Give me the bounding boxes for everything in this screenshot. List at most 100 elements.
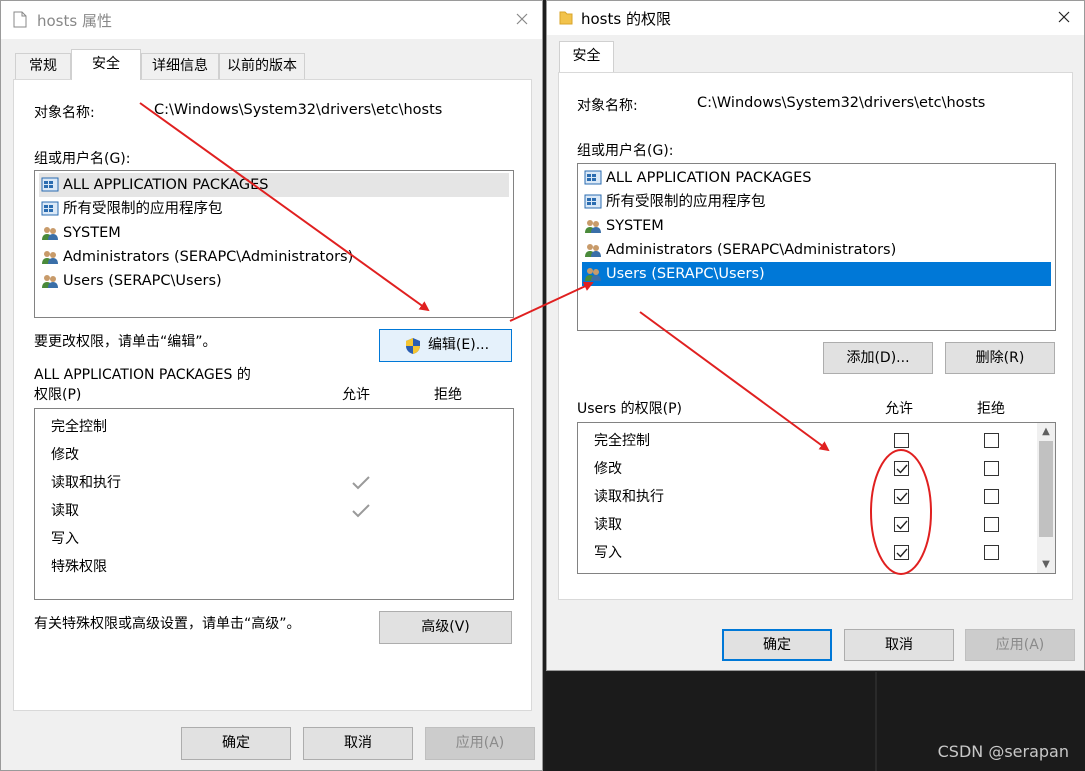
permission-row: 读取 (594, 511, 622, 539)
deny-checkbox[interactable] (984, 489, 999, 504)
permission-row: 完全控制 (594, 427, 650, 455)
permission-name: 写入 (51, 531, 79, 547)
permission-name: 读取和执行 (51, 475, 121, 491)
permission-row: 读取和执行 (51, 469, 121, 497)
check-icon (896, 492, 908, 502)
permission-row: 修改 (594, 455, 622, 483)
title-bar[interactable]: hosts 属性 (1, 1, 542, 39)
ok-button[interactable]: 确定 (722, 629, 832, 661)
users-icon (585, 244, 601, 257)
window-title: hosts 属性 (37, 12, 112, 30)
allow-checkbox[interactable] (894, 433, 909, 448)
list-item-label: Administrators (SERAPC\Administrators) (606, 242, 897, 258)
scroll-thumb[interactable] (1039, 441, 1053, 537)
edit-button[interactable]: 编辑(E)... (379, 329, 512, 362)
cancel-button[interactable]: 取消 (303, 727, 413, 760)
list-item[interactable]: SYSTEM (582, 214, 1051, 238)
group-label: 组或用户名(G): (577, 143, 674, 159)
list-item-label: Users (SERAPC\Users) (63, 273, 222, 289)
ok-button[interactable]: 确定 (181, 727, 291, 760)
window-title: hosts 的权限 (581, 10, 671, 28)
app-package-icon (584, 194, 602, 209)
perm-header-line2: 权限(P) (34, 387, 82, 403)
list-item-label: ALL APPLICATION PACKAGES (606, 170, 812, 186)
background-divider (875, 672, 877, 771)
list-item[interactable]: Users (SERAPC\Users) (39, 269, 509, 293)
users-icon (42, 251, 58, 264)
list-item[interactable]: SYSTEM (39, 221, 509, 245)
edit-button-label: 编辑(E)... (427, 337, 490, 353)
list-item[interactable]: Administrators (SERAPC\Administrators) (39, 245, 509, 269)
users-icon (42, 227, 58, 240)
permission-name: 修改 (594, 461, 622, 477)
deny-checkbox[interactable] (984, 545, 999, 560)
perm-header: Users 的权限(P) (577, 401, 683, 417)
hosts-permissions-dialog: hosts 的权限 安全 对象名称: C:\Windows\System32\d… (546, 0, 1085, 671)
permission-list: 完全控制 修改 读取和执行 读取 写入 特殊权限 (34, 408, 514, 600)
tab-details[interactable]: 详细信息 (141, 53, 219, 79)
list-item-label: 所有受限制的应用程序包 (63, 201, 223, 217)
allow-check-icon (352, 476, 370, 490)
add-button[interactable]: 添加(D)... (823, 342, 933, 374)
check-icon (896, 464, 908, 474)
scrollbar[interactable]: ▲ ▼ (1037, 423, 1055, 573)
permission-list: 完全控制 修改 读取和执行 读取 写入 ▲ ▼ (577, 422, 1056, 574)
permission-row: 完全控制 (51, 413, 107, 441)
permission-name: 完全控制 (51, 419, 107, 435)
watermark: CSDN @serapan (937, 742, 1069, 761)
advanced-button[interactable]: 高级(V) (379, 611, 512, 644)
perm-header-line1: ALL APPLICATION PACKAGES 的 (34, 367, 251, 383)
cancel-button[interactable]: 取消 (844, 629, 954, 661)
list-item[interactable]: 所有受限制的应用程序包 (582, 190, 1051, 214)
uac-shield-icon (406, 338, 420, 354)
close-icon[interactable] (1051, 4, 1077, 30)
list-item[interactable]: ALL APPLICATION PACKAGES (39, 173, 509, 197)
permission-name: 读取 (51, 503, 79, 519)
allow-checkbox[interactable] (894, 489, 909, 504)
edit-hint: 要更改权限，请单击“编辑”。 (34, 334, 217, 350)
deny-checkbox[interactable] (984, 461, 999, 476)
title-bar[interactable]: hosts 的权限 (547, 1, 1084, 35)
list-item[interactable]: Users (SERAPC\Users) (582, 262, 1051, 286)
list-item[interactable]: Administrators (SERAPC\Administrators) (582, 238, 1051, 262)
permission-row: 修改 (51, 441, 79, 469)
tab-security[interactable]: 安全 (71, 49, 141, 80)
close-icon[interactable] (509, 6, 535, 32)
remove-button[interactable]: 删除(R) (945, 342, 1055, 374)
app-package-icon (41, 201, 59, 216)
allow-checkbox[interactable] (894, 545, 909, 560)
apply-button[interactable]: 应用(A) (965, 629, 1075, 661)
security-panel: 对象名称: C:\Windows\System32\drivers\etc\ho… (558, 72, 1073, 600)
advanced-hint: 有关特殊权限或高级设置，请单击“高级”。 (34, 616, 301, 632)
list-item-label: SYSTEM (63, 225, 121, 241)
allow-check-icon (352, 504, 370, 518)
allow-checkbox[interactable] (894, 461, 909, 476)
check-icon (896, 520, 908, 530)
users-icon (42, 275, 58, 288)
user-list[interactable]: ALL APPLICATION PACKAGES 所有受限制的应用程序包 SYS… (577, 163, 1056, 331)
list-item[interactable]: 所有受限制的应用程序包 (39, 197, 509, 221)
apply-button[interactable]: 应用(A) (425, 727, 535, 760)
deny-checkbox[interactable] (984, 517, 999, 532)
app-package-icon (41, 177, 59, 192)
tab-strip: 常规 安全 详细信息 以前的版本 (13, 49, 530, 80)
allow-checkbox[interactable] (894, 517, 909, 532)
permission-name: 特殊权限 (51, 559, 107, 575)
scroll-up-arrow-icon[interactable]: ▲ (1037, 423, 1055, 440)
user-list[interactable]: ALL APPLICATION PACKAGES 所有受限制的应用程序包 SYS… (34, 170, 514, 318)
list-item-label: Users (SERAPC\Users) (606, 266, 765, 282)
list-item[interactable]: ALL APPLICATION PACKAGES (582, 166, 1051, 190)
object-name-value: C:\Windows\System32\drivers\etc\hosts (154, 102, 443, 118)
deny-column-header: 拒绝 (977, 401, 1005, 417)
object-name-label: 对象名称: (577, 98, 638, 114)
permission-row: 特殊权限 (51, 553, 107, 581)
permission-name: 完全控制 (594, 433, 650, 449)
check-icon (896, 548, 908, 558)
scroll-down-arrow-icon[interactable]: ▼ (1037, 556, 1055, 573)
list-item-label: ALL APPLICATION PACKAGES (63, 177, 269, 193)
deny-checkbox[interactable] (984, 433, 999, 448)
tab-security[interactable]: 安全 (559, 41, 614, 72)
tab-previous-versions[interactable]: 以前的版本 (219, 53, 305, 79)
permission-name: 修改 (51, 447, 79, 463)
tab-general[interactable]: 常规 (15, 53, 71, 79)
